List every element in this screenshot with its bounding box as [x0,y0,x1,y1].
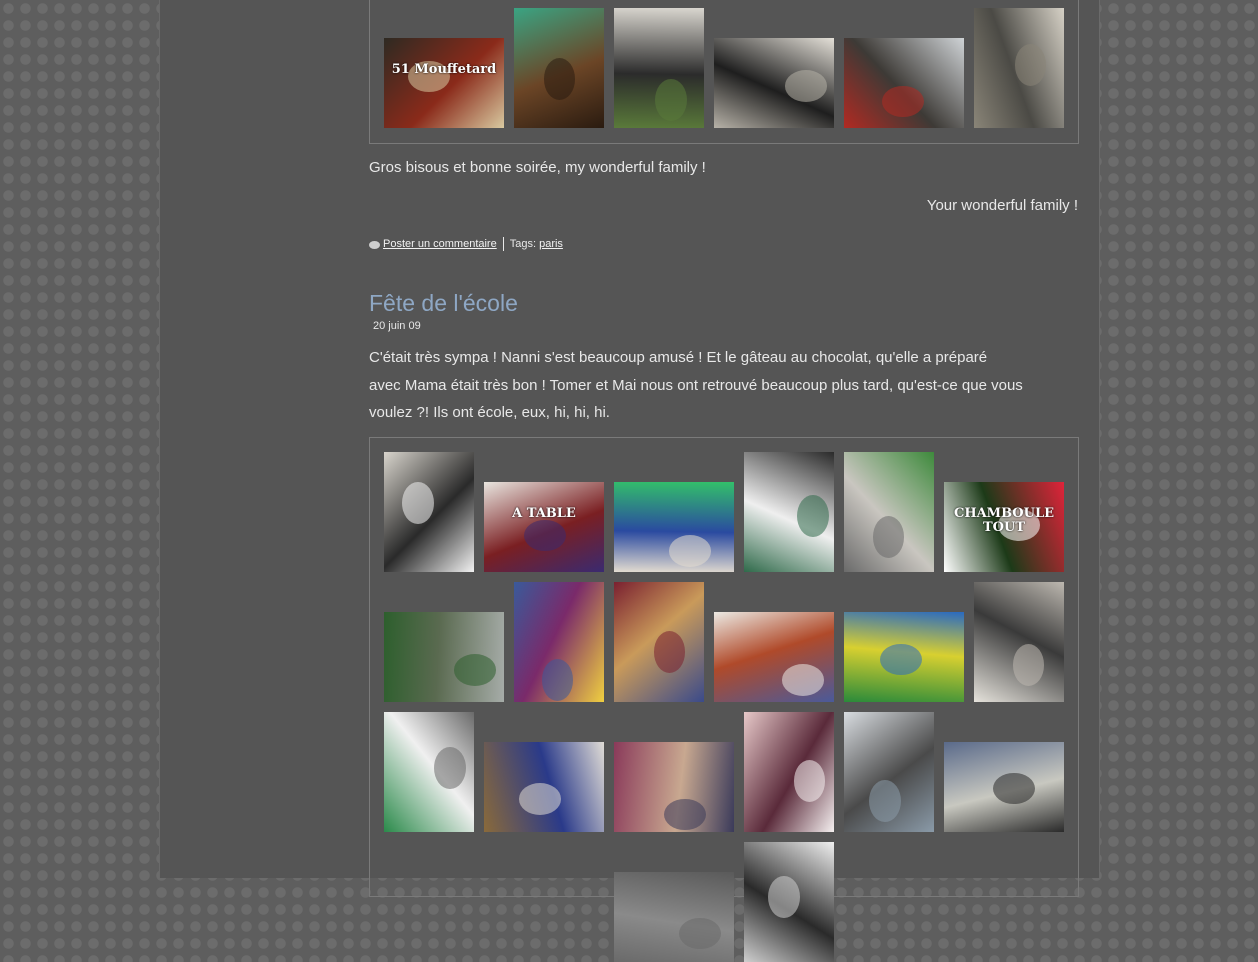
post-comment-link[interactable]: Poster un commentaire [383,238,497,250]
photo-detail [669,535,712,567]
meta-divider [502,237,504,251]
photo-detail [797,495,829,538]
photo-sign-text: 51 Mouffetard [391,62,497,78]
photo-chamboule-tout-sign[interactable]: CHAMBOULE TOUT [944,482,1064,572]
photo-kids-craft-table[interactable] [614,482,734,572]
photo-classroom-board[interactable] [484,742,604,832]
photo-detail [882,85,925,118]
photo-detail [453,654,496,686]
photo-chef-hat-kid[interactable] [384,452,474,572]
photo-partial-house-drawing[interactable] [744,842,834,962]
photo-detail [872,515,905,558]
photo-cake-plates[interactable] [614,582,704,702]
photo-detail [869,780,901,823]
photo-detail [782,664,825,696]
photo-detail [402,482,434,524]
photo-mouffetard-shop[interactable]: 51 Mouffetard [384,38,504,128]
photo-girl-decorations[interactable] [514,582,604,702]
photo-street-art-figures[interactable] [714,38,834,128]
photo-detail [1014,44,1046,86]
photo-detail [655,78,687,121]
photo-wooden-door[interactable] [514,8,604,128]
photo-detail [434,746,466,789]
post-body-line-3: voulez ?! Ils ont école, eux, hi, hi, hi… [369,404,610,421]
photo-detail [784,70,827,102]
photo-old-building[interactable] [974,8,1064,128]
photo-a-table-sign[interactable]: A TABLE [484,482,604,572]
photo-schoolyard-line[interactable] [844,452,934,572]
photo-chef-boy[interactable] [744,452,834,572]
photo-sign-text: A TABLE [512,506,576,522]
photo-detail [541,658,574,701]
photo-detail [523,519,566,552]
tags-label: Tags: [509,238,537,250]
photo-woman-camera[interactable] [614,8,704,128]
post-meta: Poster un commentaire Tags: paris [369,237,563,251]
photo-detail [653,631,686,674]
photo-detail [880,643,922,675]
photo-cow-drawing[interactable] [974,582,1064,702]
photo-playground-games[interactable] [384,612,504,702]
post-body-line-2: avec Mama était très bon ! Tomer et Mai … [369,376,1023,394]
photo-boy-drawing-wall[interactable] [744,712,834,832]
comment-bubble-icon [369,241,380,249]
post-body: C'était très sympa ! Nanni s'est beaucou… [369,344,1069,427]
photo-partial-row4-a[interactable] [614,872,734,962]
photo-detail [664,798,707,831]
photo-girl-classroom[interactable] [614,742,734,832]
photo-school-courtyard[interactable] [944,742,1064,832]
photo-street-clock[interactable] [844,38,964,128]
photo-detail [678,917,721,950]
photo-detail [518,783,561,815]
photo-collage-artwork[interactable] [714,612,834,702]
tag-paris-link[interactable]: paris [539,238,563,250]
photo-detail [1012,644,1045,687]
photo-school-building[interactable] [844,712,934,832]
post-title[interactable]: Fête de l'école [369,290,518,317]
closing-line: Gros bisous et bonne soirée, my wonderfu… [369,159,706,176]
photo-detail [768,875,800,918]
photo-striped-tent-girl[interactable] [384,712,474,832]
photo-painted-banner[interactable] [844,612,964,702]
photo-sign-text: CHAMBOULE TOUT [953,506,1055,536]
post-body-line-1: C'était très sympa ! Nanni s'est beaucou… [369,349,988,366]
photo-detail [793,760,825,802]
signature: Your wonderful family ! [926,197,1078,214]
post-date: 20 juin 09 [373,320,421,332]
photo-detail [543,58,576,101]
photo-detail [993,772,1036,805]
